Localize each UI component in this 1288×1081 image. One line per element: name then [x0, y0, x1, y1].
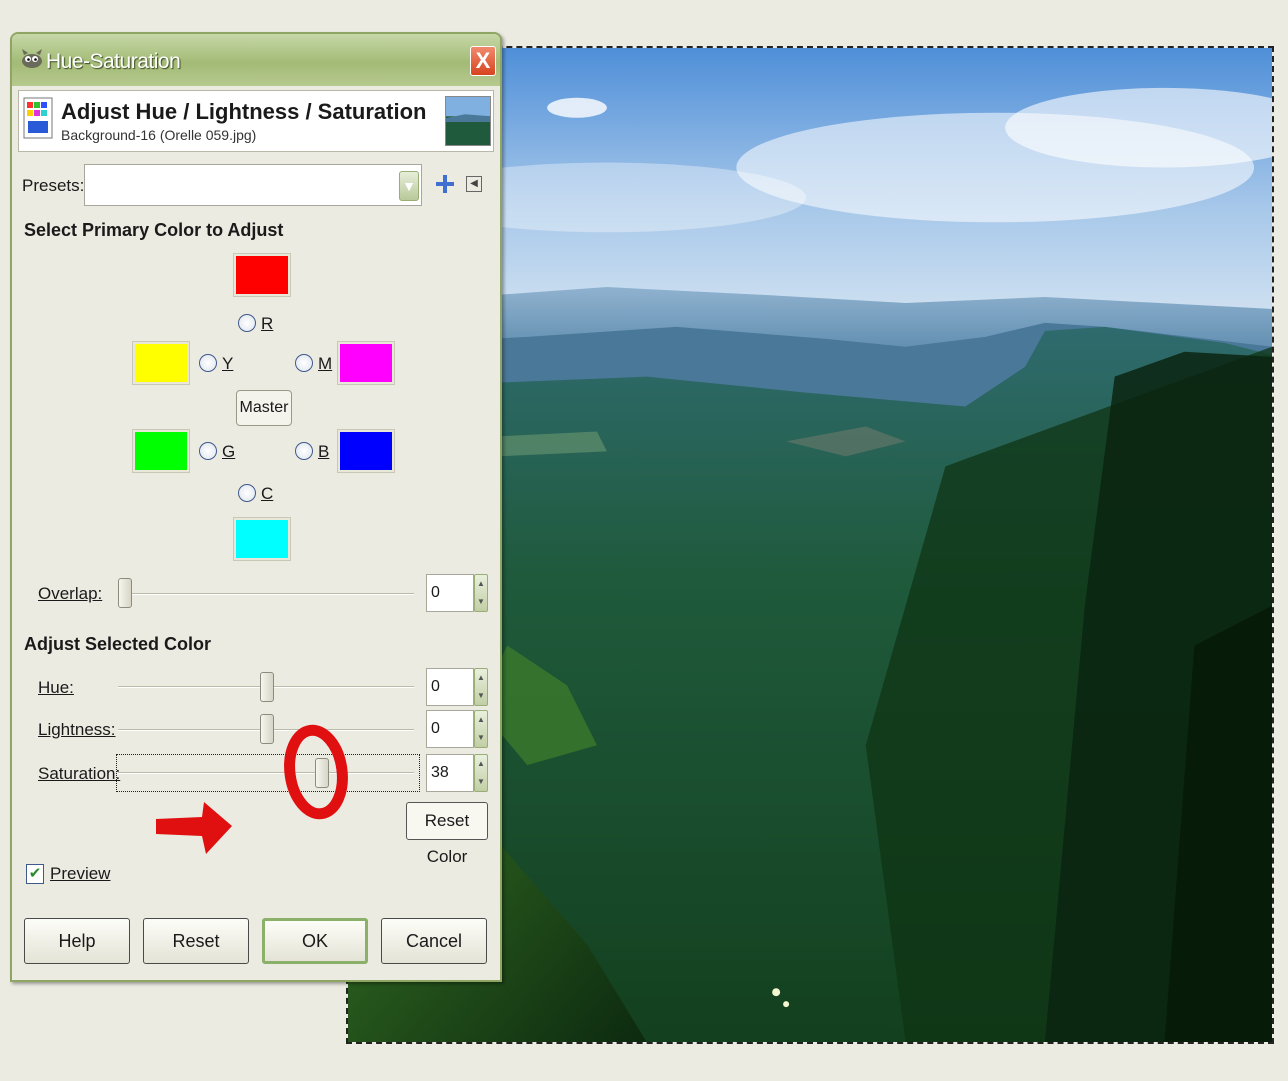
title-bar[interactable]: Hue-Saturation X	[12, 34, 500, 86]
gimp-wilber-icon	[22, 49, 42, 68]
header-subtitle: Background-16 (Orelle 059.jpg)	[61, 127, 257, 143]
hue-label: Hue:	[38, 678, 74, 697]
swatch-green	[132, 429, 190, 473]
swatch-red	[233, 253, 291, 297]
dialog-title: Hue-Saturation	[46, 50, 181, 73]
chevron-down-icon[interactable]: ▼	[399, 171, 419, 201]
radio-label-cyan: C	[261, 484, 274, 503]
close-icon: X	[475, 48, 491, 73]
add-icon[interactable]	[436, 174, 454, 194]
presets-label: Presets:	[22, 176, 85, 195]
dialog-header: Adjust Hue / Lightness / Saturation Back…	[18, 90, 494, 152]
header-title: Adjust Hue / Lightness / Saturation	[61, 99, 427, 124]
saturation-value-field[interactable]: 38	[426, 754, 474, 792]
lightness-value-field[interactable]: 0	[426, 710, 474, 748]
adjust-section-title: Adjust Selected Color	[24, 634, 212, 654]
reset-color-button[interactable]: Reset Color	[406, 802, 488, 866]
close-button[interactable]: X	[470, 46, 496, 76]
radio-label-red: R	[261, 314, 274, 333]
overlap-label: Overlap:	[38, 584, 103, 603]
lightness-spin-arrows[interactable]: ▲ ▼	[474, 710, 488, 748]
radio-magenta[interactable]	[295, 354, 313, 372]
preview-checkbox[interactable]: ✔	[26, 864, 44, 884]
saturation-spin-arrows[interactable]: ▲ ▼	[474, 754, 488, 792]
primary-color-section-title: Select Primary Color to Adjust	[24, 220, 284, 240]
overlap-slider-track[interactable]	[118, 593, 414, 595]
ok-button[interactable]: OK	[262, 918, 368, 964]
swatch-cyan	[233, 517, 291, 561]
master-button[interactable]: Master	[236, 390, 292, 426]
hue-saturation-icon	[23, 97, 53, 139]
cancel-button[interactable]: Cancel	[381, 918, 487, 964]
preview-label: Preview	[50, 864, 111, 883]
hue-saturation-dialog: Hue-Saturation X Adjust Hue / Lightness …	[10, 32, 502, 982]
radio-cyan[interactable]	[238, 484, 256, 502]
saturation-slider-thumb[interactable]	[315, 758, 329, 788]
radio-blue[interactable]	[295, 442, 313, 460]
swatch-blue	[337, 429, 395, 473]
saturation-slider-track[interactable]	[118, 772, 414, 774]
hue-slider-thumb[interactable]	[260, 672, 274, 702]
presets-combo[interactable]: ▼	[84, 164, 422, 206]
radio-label-green: G	[222, 442, 236, 461]
radio-yellow[interactable]	[199, 354, 217, 372]
overlap-slider-thumb[interactable]	[118, 578, 132, 608]
overlap-spin-arrows[interactable]: ▲ ▼	[474, 574, 488, 612]
hue-value-field[interactable]: 0	[426, 668, 474, 706]
radio-label-magenta: M	[318, 354, 333, 373]
saturation-label: Saturation:	[38, 764, 121, 783]
radio-label-yellow: Y	[222, 354, 234, 373]
hue-spin-arrows[interactable]: ▲ ▼	[474, 668, 488, 706]
help-button[interactable]: Help	[24, 918, 130, 964]
reset-button[interactable]: Reset	[143, 918, 249, 964]
radio-label-blue: B	[318, 442, 330, 461]
lightness-slider-thumb[interactable]	[260, 714, 274, 744]
menu-arrow-icon[interactable]: ◀	[466, 176, 482, 192]
radio-red[interactable]	[238, 314, 256, 332]
overlap-value-field[interactable]: 0	[426, 574, 474, 612]
lightness-label: Lightness:	[38, 720, 116, 739]
swatch-magenta	[337, 341, 395, 385]
swatch-yellow	[132, 341, 190, 385]
radio-green[interactable]	[199, 442, 217, 460]
checkmark-icon: ✔	[28, 865, 42, 882]
image-thumbnail	[445, 96, 491, 146]
